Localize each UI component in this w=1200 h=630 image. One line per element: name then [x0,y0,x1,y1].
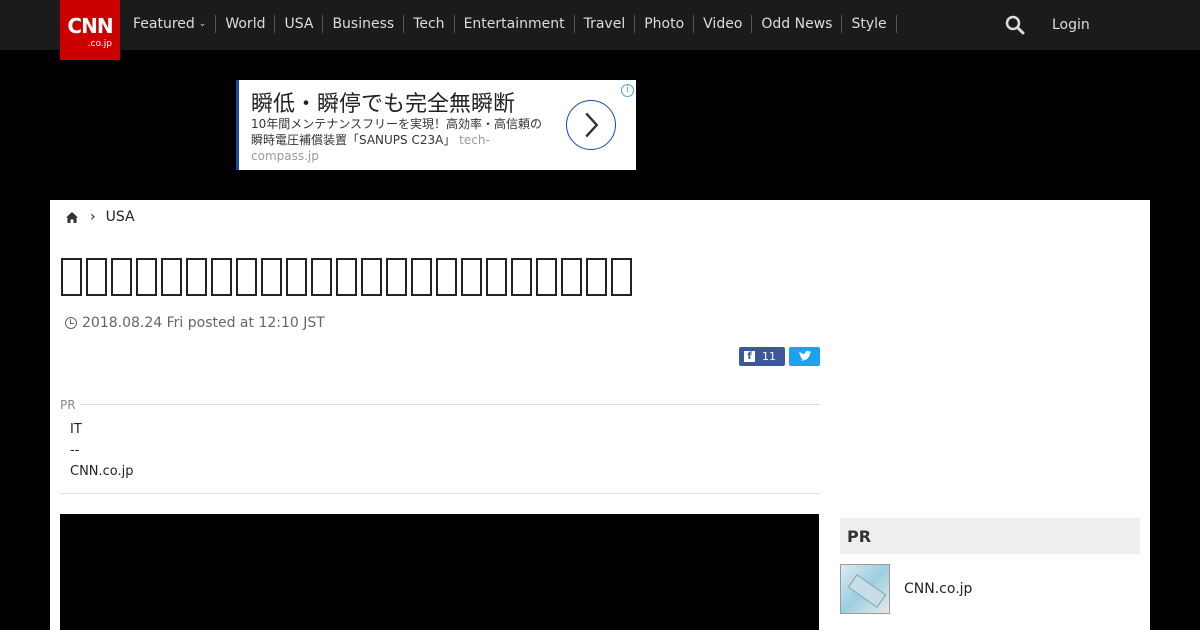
article-content-area: › USA 2018.08.24 Fri posted at 12:10 JST… [50,200,1150,630]
clock-icon [65,317,77,329]
title-glyph [536,258,557,296]
title-glyph [461,258,482,296]
nav-item-video[interactable]: Video [694,15,753,33]
facebook-icon: f [744,351,755,362]
pr-item: CNN.co.jp [70,464,134,479]
sidebar-pr-item[interactable]: CNN.co.jp [840,564,972,614]
nav-label: Travel [583,16,626,32]
nav-label: Photo [644,16,685,32]
pr-item: -- [70,443,80,458]
ad-headline: 瞬低・瞬停でも完全無瞬断 [251,92,516,117]
pr-section: PR IT -- CNN.co.jp [60,398,820,494]
nav-item-odd-news[interactable]: Odd News [752,15,843,33]
sidebar-pr-header: PR [840,518,1140,554]
nav-item-style[interactable]: Style [842,15,897,33]
nav-item-world[interactable]: World [216,15,276,33]
title-glyph [211,258,232,296]
title-glyph [236,258,257,296]
nav-item-photo[interactable]: Photo [635,15,695,33]
logo-text: CNN [67,14,113,38]
title-glyph [436,258,457,296]
cnn-logo[interactable]: CNN .co.jp [60,0,120,60]
search-icon[interactable] [1005,15,1025,35]
pr-items: IT -- CNN.co.jp [70,419,134,482]
facebook-share-button[interactable]: f 11 [739,347,785,366]
ad-body-text: 10年間メンテナンスフリーを実現！高効率・高信頼の瞬時電圧補償装置「SANUPS… [251,117,543,147]
sidebar-item-text[interactable]: CNN.co.jp [904,581,972,597]
twitter-icon [799,350,812,361]
thumbnail-image[interactable] [840,564,890,614]
nav-label: Style [851,16,887,32]
home-icon[interactable] [66,211,78,223]
nav-item-featured[interactable]: Featured ⌄ [124,15,217,33]
nav-item-travel[interactable]: Travel [575,15,636,33]
logo-subtext: .co.jp [87,39,112,49]
dateline-text: 2018.08.24 Fri posted at 12:10 JST [82,315,325,331]
title-glyph [361,258,382,296]
nav-item-entertainment[interactable]: Entertainment [455,15,575,33]
article-dateline: 2018.08.24 Fri posted at 12:10 JST [65,315,325,331]
ad-body: 10年間メンテナンスフリーを実現！高効率・高信頼の瞬時電圧補償装置「SANUPS… [251,116,551,164]
title-glyph [161,258,182,296]
facebook-count: 11 [762,350,776,363]
nav-label: Odd News [761,16,833,32]
title-glyph [61,258,82,296]
title-glyph [336,258,357,296]
title-glyph [386,258,407,296]
title-glyph [286,258,307,296]
nav-item-usa[interactable]: USA [275,15,324,33]
chevron-right-icon[interactable] [566,100,616,150]
nav-label: Video [703,16,743,32]
title-glyph [411,258,432,296]
chevron-down-icon: ⌄ [198,19,207,29]
title-glyph [136,258,157,296]
title-glyph [86,258,107,296]
title-glyph [111,258,132,296]
title-glyph [561,258,582,296]
nav-item-business[interactable]: Business [323,15,405,33]
nav-label: Business [332,16,395,32]
nav-label: Tech [413,16,445,32]
nav-item-tech[interactable]: Tech [404,15,455,33]
title-glyph [611,258,632,296]
nav-label: World [225,16,266,32]
video-player[interactable] [60,514,819,630]
title-glyph [186,258,207,296]
title-glyph [311,258,332,296]
nav-label: USA [284,16,314,32]
article-title [61,258,636,296]
share-buttons: f 11 [739,347,820,366]
title-glyph [486,258,507,296]
sidebar-pr-heading: PR [847,527,872,546]
breadcrumb-current[interactable]: USA [106,209,135,225]
divider [80,404,820,405]
info-icon[interactable]: i [621,84,634,97]
chevron-right-icon: › [90,209,96,225]
title-glyph [511,258,532,296]
title-glyph [261,258,282,296]
breadcrumb: › USA [66,209,135,225]
twitter-share-button[interactable] [789,347,820,366]
advertisement-banner[interactable]: 瞬低・瞬停でも完全無瞬断 10年間メンテナンスフリーを実現！高効率・高信頼の瞬時… [236,80,636,170]
pr-label: PR [60,398,76,412]
main-nav: Featured ⌄ World USA Business Tech Entert… [124,15,897,33]
login-link[interactable]: Login [1052,17,1090,33]
pr-item[interactable]: IT [70,419,134,440]
title-glyph [586,258,607,296]
nav-label: Entertainment [463,16,565,32]
nav-label: Featured [133,16,195,32]
top-navigation-bar: CNN .co.jp Featured ⌄ World USA Business … [0,0,1200,60]
